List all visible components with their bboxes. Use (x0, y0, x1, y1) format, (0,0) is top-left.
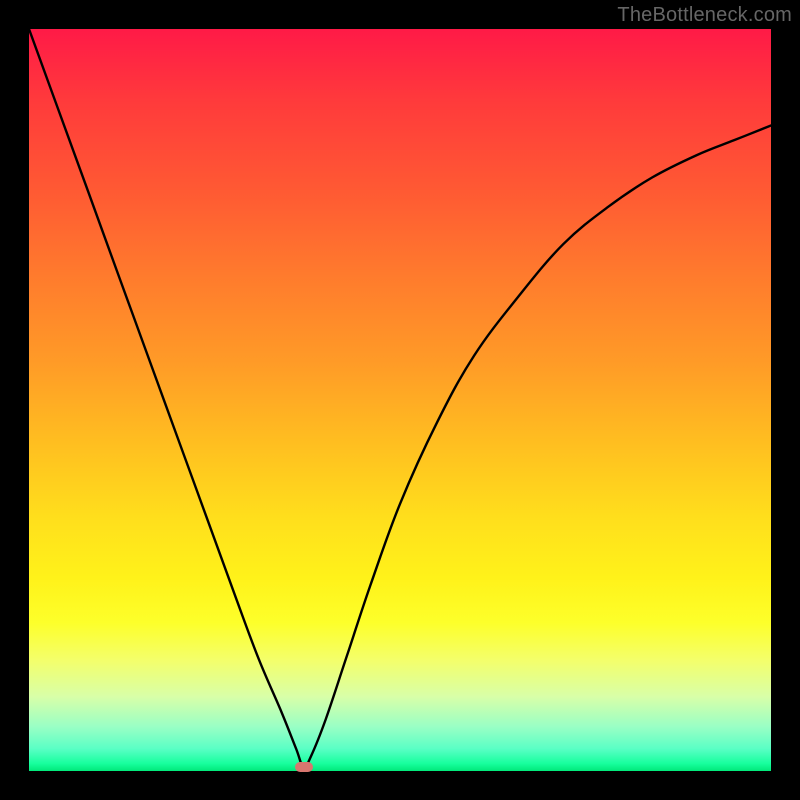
chart-frame: TheBottleneck.com (0, 0, 800, 800)
plot-area (29, 29, 771, 771)
optimal-point-marker (295, 762, 313, 772)
watermark-text: TheBottleneck.com (617, 4, 792, 27)
